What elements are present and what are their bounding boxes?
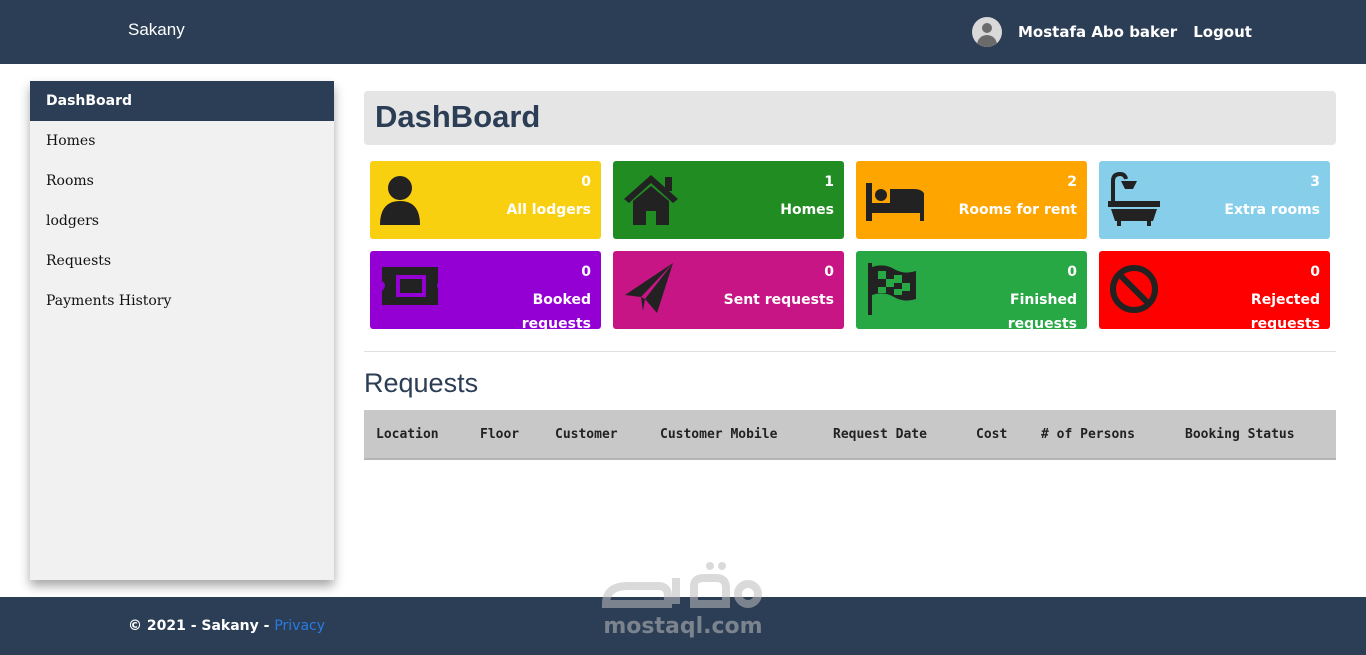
copyright-text: © 2021 - Sakany -	[128, 618, 275, 634]
column-header-floor[interactable]: Floor	[480, 427, 519, 442]
logout-link[interactable]: Logout	[1193, 23, 1252, 41]
card-rejected-requests[interactable]: 0 Rejected requests	[1099, 251, 1330, 329]
avatar[interactable]	[972, 17, 1002, 47]
card-label: Rooms for rent	[958, 202, 1077, 218]
card-label: Finished requests	[1007, 292, 1077, 329]
card-count: 2	[1067, 174, 1077, 190]
user-icon	[380, 176, 420, 225]
card-booked-requests[interactable]: 0 Booked requests	[370, 251, 601, 329]
top-navbar: Sakany Mostafa Abo baker Logout	[0, 0, 1366, 64]
brand-link[interactable]: Sakany	[128, 20, 185, 40]
requests-table-header: Location Floor Customer Customer Mobile …	[364, 410, 1336, 460]
card-label: Rejected requests	[1250, 292, 1320, 329]
sidebar-item-lodgers[interactable]: lodgers	[30, 201, 334, 241]
card-label: Booked requests	[521, 292, 591, 329]
sidebar-item-homes[interactable]: Homes	[30, 121, 334, 161]
card-label: Homes	[780, 202, 834, 218]
card-label: All lodgers	[506, 202, 592, 218]
requests-section-title: Requests	[364, 368, 479, 398]
column-header-booking-status[interactable]: Booking Status	[1185, 427, 1295, 442]
column-header-customer-mobile[interactable]: Customer Mobile	[660, 427, 777, 442]
paper-plane-icon	[625, 263, 673, 313]
card-rooms-for-rent[interactable]: 2 Rooms for rent	[856, 161, 1087, 239]
column-header-customer[interactable]: Customer	[555, 427, 618, 442]
card-count: 0	[824, 264, 834, 280]
card-count: 1	[824, 174, 834, 190]
ticket-icon	[382, 267, 438, 305]
card-extra-rooms[interactable]: 3 Extra rooms	[1099, 161, 1330, 239]
page-title: DashBoard	[375, 99, 541, 134]
card-finished-requests[interactable]: 0 Finished requests	[856, 251, 1087, 329]
sidebar: DashBoard Homes Rooms lodgers Requests P…	[30, 81, 334, 580]
copyright: © 2021 - Sakany - Privacy	[128, 618, 325, 634]
column-header-persons[interactable]: # of Persons	[1041, 427, 1135, 442]
card-count: 0	[581, 264, 591, 280]
column-header-request-date[interactable]: Request Date	[833, 427, 927, 442]
page-title-banner: DashBoard	[364, 91, 1336, 145]
watermark: mostaql.com	[598, 560, 768, 645]
ban-icon	[1110, 265, 1158, 313]
user-name-link[interactable]: Mostafa Abo baker	[1018, 23, 1177, 41]
card-sent-requests[interactable]: 0 Sent requests	[613, 251, 844, 329]
sidebar-item-requests[interactable]: Requests	[30, 241, 334, 281]
card-label: Sent requests	[723, 292, 834, 308]
home-icon	[624, 175, 678, 225]
user-menu: Mostafa Abo baker Logout	[972, 17, 1252, 47]
card-count: 0	[1067, 264, 1077, 280]
sidebar-item-payments-history[interactable]: Payments History	[30, 281, 334, 321]
watermark-logo-icon	[601, 562, 762, 608]
sidebar-item-rooms[interactable]: Rooms	[30, 161, 334, 201]
bath-icon	[1108, 171, 1160, 226]
privacy-link[interactable]: Privacy	[274, 618, 325, 634]
watermark-text: mostaql.com	[603, 614, 763, 639]
flag-checkered-icon	[868, 263, 916, 315]
card-count: 3	[1310, 174, 1320, 190]
column-header-cost[interactable]: Cost	[976, 427, 1007, 442]
card-count: 0	[1310, 264, 1320, 280]
card-all-lodgers[interactable]: 0 All lodgers	[370, 161, 601, 239]
divider	[364, 351, 1336, 352]
card-homes[interactable]: 1 Homes	[613, 161, 844, 239]
card-count: 0	[581, 174, 591, 190]
column-header-location[interactable]: Location	[376, 427, 439, 442]
card-label: Extra rooms	[1224, 202, 1320, 218]
sidebar-item-dashboard[interactable]: DashBoard	[30, 81, 334, 121]
bed-icon	[866, 183, 924, 221]
